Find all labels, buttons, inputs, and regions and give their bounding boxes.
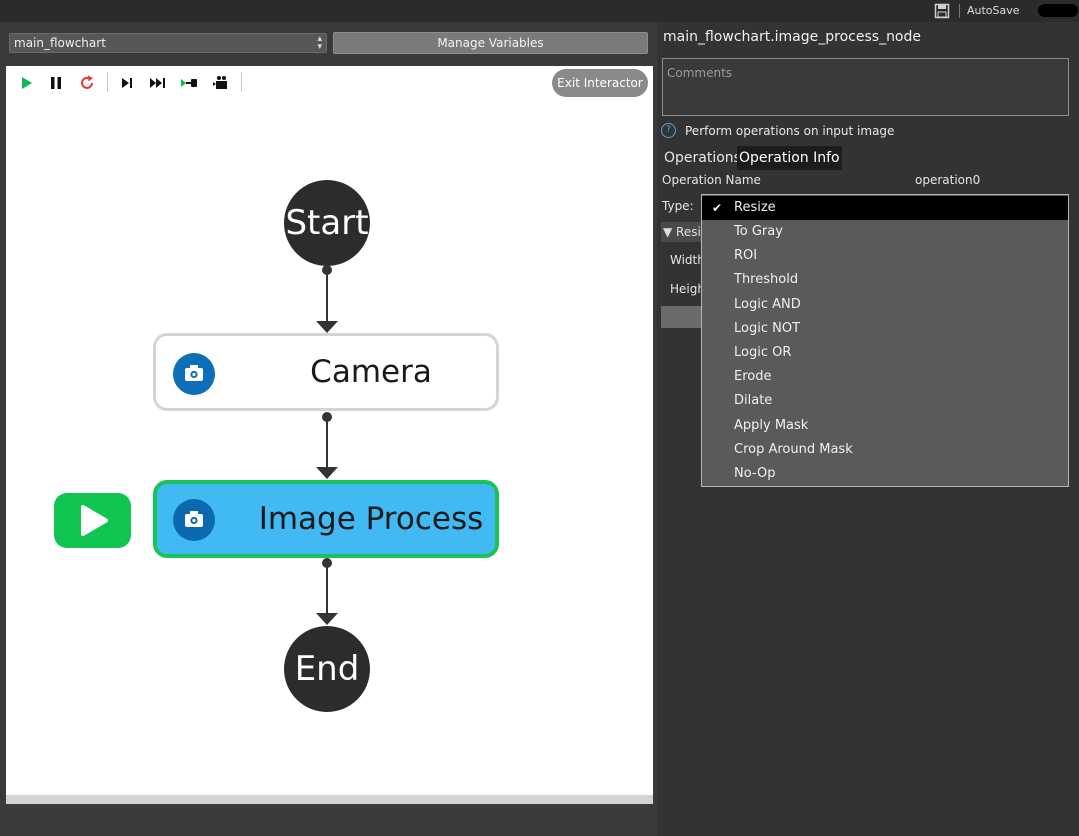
active-node-play-indicator	[54, 493, 131, 548]
image-process-node-label: Image Process	[258, 501, 484, 537]
flowchart-select[interactable]: main_flowchart ▴ ▾	[9, 33, 327, 53]
autosave-label: AutoSave	[967, 4, 1020, 17]
type-label: Type:	[662, 199, 694, 213]
node-description: Perform operations on input image	[685, 124, 895, 138]
autosave-toggle[interactable]	[1038, 4, 1078, 17]
pause-icon[interactable]	[47, 74, 65, 92]
fast-forward-icon[interactable]	[149, 74, 167, 92]
dropdown-option-threshold[interactable]: Threshold	[702, 268, 1068, 292]
start-node[interactable]: Start	[284, 180, 370, 266]
tab-operations[interactable]: Operations	[662, 146, 743, 170]
flowchart-select-value: main_flowchart	[14, 36, 106, 50]
dropdown-option-logic-and[interactable]: Logic AND	[702, 293, 1068, 317]
run-to-node-icon[interactable]	[180, 74, 198, 92]
end-node[interactable]: End	[284, 626, 370, 712]
restart-icon[interactable]	[78, 74, 96, 92]
connector-line	[326, 563, 328, 615]
separator	[959, 4, 960, 18]
tab-operation-info[interactable]: Operation Info	[737, 146, 842, 170]
camera-step-icon[interactable]	[212, 74, 230, 92]
save-icon[interactable]	[934, 3, 950, 19]
arrow-head	[316, 467, 338, 479]
dropdown-option-no-op[interactable]: No-Op	[702, 462, 1068, 486]
camera-node[interactable]: Camera	[153, 333, 499, 411]
exit-interactor-button[interactable]: Exit Interactor	[552, 69, 648, 97]
section-button[interactable]	[661, 306, 706, 328]
top-bar	[0, 0, 1079, 22]
dropdown-option-erode[interactable]: Erode	[702, 365, 1068, 389]
dropdown-option-crop-around-mask[interactable]: Crop Around Mask	[702, 438, 1068, 462]
manage-variables-button[interactable]: Manage Variables	[333, 32, 648, 54]
toolbar-separator	[241, 72, 242, 92]
resize-section-label: Resi	[676, 225, 701, 239]
dropdown-option-resize[interactable]: ✔ Resize	[702, 196, 1068, 220]
operation-name-value[interactable]: operation0	[915, 173, 980, 187]
select-arrows-icon: ▴ ▾	[317, 34, 322, 52]
help-icon[interactable]: ?	[661, 123, 676, 138]
checkmark-icon: ✔	[712, 201, 723, 215]
connector-line	[326, 417, 328, 469]
step-icon[interactable]	[118, 74, 136, 92]
dropdown-option-apply-mask[interactable]: Apply Mask	[702, 414, 1068, 438]
dropdown-option-logic-or[interactable]: Logic OR	[702, 341, 1068, 365]
camera-node-label: Camera	[310, 354, 432, 390]
type-dropdown-menu[interactable]: ✔ Resize To Gray ROI Threshold Logic AND…	[701, 194, 1069, 487]
arrow-head	[316, 321, 338, 333]
camera-icon	[173, 499, 215, 541]
dropdown-option-roi[interactable]: ROI	[702, 244, 1068, 268]
dropdown-option-to-gray[interactable]: To Gray	[702, 220, 1068, 244]
dropdown-option-dilate[interactable]: Dilate	[702, 389, 1068, 413]
inspector-title: main_flowchart.image_process_node	[663, 29, 922, 45]
comments-field[interactable]: Comments	[662, 58, 1069, 116]
resize-section-header[interactable]: ▼ Resi	[661, 222, 706, 242]
play-icon[interactable]	[17, 74, 35, 92]
camera-icon	[173, 353, 215, 395]
height-label: Heigh	[670, 282, 705, 296]
operation-name-label: Operation Name	[662, 173, 761, 187]
width-label: Width	[670, 253, 705, 267]
image-process-node[interactable]: Image Process	[153, 480, 499, 558]
arrow-head	[316, 613, 338, 625]
toolbar-separator	[107, 72, 108, 92]
canvas-scrollbar[interactable]	[6, 795, 653, 804]
dropdown-option-logic-not[interactable]: Logic NOT	[702, 317, 1068, 341]
connector-line	[326, 270, 328, 322]
